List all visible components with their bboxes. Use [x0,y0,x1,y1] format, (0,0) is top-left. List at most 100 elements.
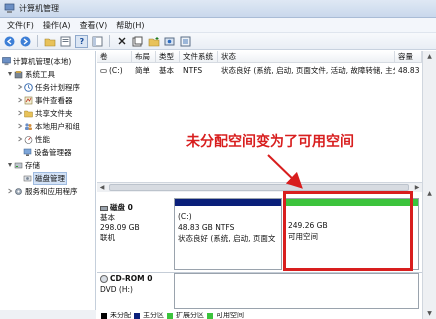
users-icon [24,122,33,131]
toolbar-separator [37,35,38,47]
tree-label: 事件查看器 [35,95,73,105]
tree-item-shared-folders[interactable]: 共享文件夹 [16,107,73,119]
menu-file[interactable]: 文件(F) [4,20,40,31]
tree-item-local-users[interactable]: 本地用户和组 [16,120,80,132]
disk-type: 基本 [100,213,115,222]
help-icon[interactable]: ? [75,34,88,48]
cdrom-partition [174,273,419,309]
partition-size: 48.83 GB NTFS [178,223,235,232]
annotation-text: 未分配空间变为了可用空间 [186,134,354,150]
tree-item-disk-management[interactable]: 磁盘管理 [23,171,67,185]
find-icon[interactable] [163,35,176,48]
column-header-volume[interactable]: 卷 [97,51,132,63]
legend-swatch [207,312,213,319]
up-folder-icon[interactable] [43,35,56,48]
show-tree-icon[interactable] [91,35,104,48]
disk-0-info[interactable]: 磁盘 0 基本 298.09 GB 联机 [100,203,172,243]
cdrom-0-info[interactable]: CD-ROM 0 DVD (H:) [97,270,422,310]
column-header-capacity[interactable]: 容量 [395,51,422,63]
tools-icon [14,70,23,79]
computer-icon [2,56,11,66]
tree-label: 共享文件夹 [35,108,73,118]
partition-status: 状态良好 (系统, 启动, 页面文 [178,234,276,243]
type-cell: 基本 [159,66,174,75]
shared-folder-icon [24,109,33,118]
scroll-left-icon[interactable]: ◀ [97,183,107,192]
properties-icon[interactable] [59,35,72,48]
disk-management-icon [23,174,32,183]
collapse-icon[interactable] [6,71,13,78]
properties-sheet-icon[interactable] [131,35,144,48]
tree-item-device-manager[interactable]: 设备管理器 [23,146,72,158]
expand-icon[interactable] [6,188,13,195]
window-title: 计算机管理 [19,4,59,13]
scroll-up-icon[interactable]: ▲ [423,188,436,199]
performance-icon [24,135,33,144]
column-header-filesystem[interactable]: 文件系统 [180,51,218,63]
disk-icon [100,205,108,211]
tree-item-services-apps[interactable]: 服务和应用程序 [6,185,78,197]
column-header-status[interactable]: 状态 [218,51,395,63]
clock-icon [24,82,33,92]
expand-icon[interactable] [16,84,23,91]
scroll-down-icon[interactable]: ▼ [423,308,436,319]
tree-item-storage[interactable]: 存储 [6,159,40,171]
capacity-cell: 48.83 G [398,66,422,75]
status-cell: 状态良好 (系统, 启动, 页面文件, 活动, 故障转储, 主分区) [221,66,395,75]
scroll-thumb[interactable] [109,184,409,191]
vertical-scrollbar[interactable]: ▲ ▲ ▼ [422,51,436,319]
expand-icon[interactable] [16,136,23,143]
disk-status: 联机 [100,233,115,242]
collapse-icon[interactable] [6,162,13,169]
primary-partition-bar [175,199,281,206]
menu-action[interactable]: 操作(A) [40,20,77,31]
menu-view[interactable]: 查看(V) [77,20,114,31]
toolbar-separator [109,35,110,47]
disk-size: 298.09 GB [100,223,140,232]
volume-list: 卷 布局 类型 文件系统 状态 容量 (C:) 简单 基本 NTFS 状态良好 … [97,51,422,186]
tree-label: 任务计划程序 [35,82,80,92]
expand-icon[interactable] [16,123,23,130]
tree-label: 系统工具 [25,69,55,79]
tree-label: 性能 [35,134,50,144]
tree-label: 本地用户和组 [35,121,80,131]
tree-label: 计算机管理(本地) [13,56,72,66]
menu-help[interactable]: 帮助(H) [113,20,150,31]
column-header-layout[interactable]: 布局 [132,51,156,63]
expand-icon[interactable] [16,97,23,104]
cdrom-drive: DVD (H:) [100,285,133,294]
expand-icon[interactable] [16,110,23,117]
services-icon [14,187,23,196]
legend-swatch [134,312,140,319]
toolbar: ? [0,33,436,50]
title-bar: 计算机管理 [0,0,436,18]
computer-management-icon [4,3,15,13]
tree-item-system-tools[interactable]: 系统工具 [6,68,55,80]
tree-item-task-scheduler[interactable]: 任务计划程序 [16,81,80,93]
column-header-type[interactable]: 类型 [156,51,180,63]
cdrom-name: CD-ROM 0 [110,274,153,283]
tree-label: 磁盘管理 [33,171,67,185]
cdrom-icon [100,275,108,283]
legend: 未分配 主分区 扩展分区 可用空间 [97,312,422,319]
tree-label: 存储 [25,160,40,170]
tree-item-event-viewer[interactable]: 事件查看器 [16,94,73,106]
tree-item-performance[interactable]: 性能 [16,133,50,145]
forward-icon[interactable] [19,35,32,48]
delete-icon[interactable] [115,35,128,48]
legend-swatch [167,312,173,319]
legend-label: 主分区 [143,312,164,319]
new-folder-icon[interactable] [147,35,160,48]
scroll-up-icon[interactable]: ▲ [423,51,436,62]
scroll-right-icon[interactable]: ▶ [412,183,422,192]
legend-label: 未分配 [110,312,131,319]
event-viewer-icon [24,96,33,105]
tree-item-root[interactable]: 计算机管理(本地) [2,55,71,67]
zoom-icon[interactable] [179,35,192,48]
menu-bar: 文件(F) 操作(A) 查看(V) 帮助(H) [0,18,436,33]
partition-c[interactable]: (C:) 48.83 GB NTFS 状态良好 (系统, 启动, 页面文 [174,198,282,270]
partition-name: (C:) [178,212,192,221]
svg-text:?: ? [79,37,84,46]
disk-icon [100,69,107,73]
back-icon[interactable] [3,35,16,48]
